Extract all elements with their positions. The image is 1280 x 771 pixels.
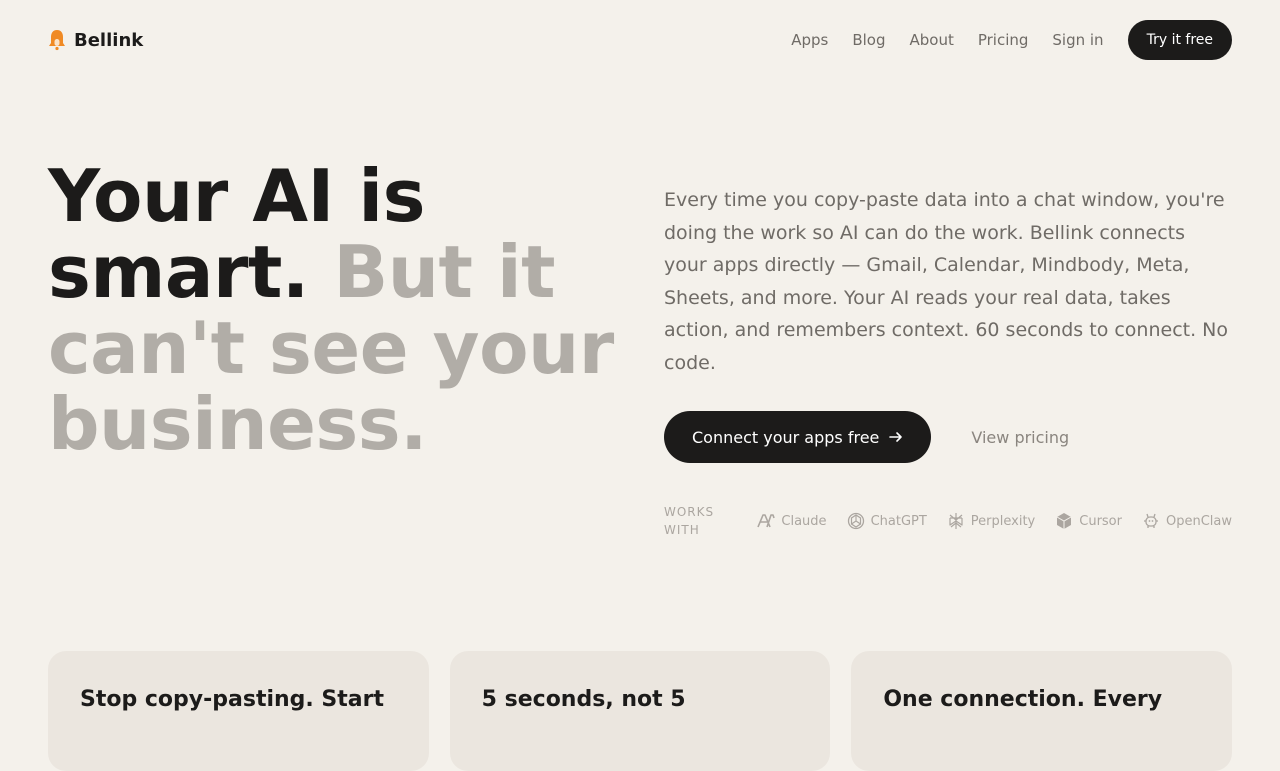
connect-apps-button[interactable]: Connect your apps free — [664, 411, 932, 463]
brand-logo[interactable]: Bellink — [48, 28, 143, 52]
arrow-right-icon — [889, 432, 903, 442]
partner-name: ChatGPT — [870, 513, 927, 529]
partner-perplexity: Perplexity — [947, 512, 1035, 530]
nav-links: Apps Blog About Pricing Sign in Try it f… — [791, 20, 1232, 60]
works-with-label: WORKS WITH — [664, 505, 715, 537]
nav-link-pricing[interactable]: Pricing — [978, 31, 1029, 49]
hero-title: Your AI is smart. But it can't see your … — [48, 158, 628, 462]
feature-card: Stop copy-pasting. Start — [48, 651, 429, 771]
partner-claude: Claude — [757, 512, 827, 530]
nav-link-about[interactable]: About — [909, 31, 953, 49]
partner-name: Cursor — [1079, 513, 1122, 529]
feature-card-title: One connection. Every — [883, 687, 1163, 712]
feature-cards: Stop copy-pasting. Start 5 seconds, not … — [48, 651, 1233, 771]
bell-icon — [49, 30, 65, 51]
partner-list: Claude ChatGPT Perplexity Cursor OpenCla… — [757, 512, 1232, 530]
nav-link-apps[interactable]: Apps — [791, 31, 828, 49]
chatgpt-icon — [847, 512, 864, 530]
feature-card-title: 5 seconds, not 5 — [481, 687, 686, 712]
perplexity-icon — [949, 513, 963, 529]
partner-name: OpenClaw — [1165, 513, 1232, 529]
feature-card: 5 seconds, not 5 — [449, 651, 831, 771]
top-nav: Bellink Apps Blog About Pricing Sign in … — [0, 0, 1280, 80]
connect-apps-label: Connect your apps free — [692, 427, 880, 447]
feature-card-title: Stop copy-pasting. Start — [80, 687, 385, 712]
hero-description: Every time you copy-paste data into a ch… — [664, 189, 1229, 374]
nav-link-blog[interactable]: Blog — [852, 31, 885, 49]
partner-name: Claude — [781, 513, 827, 529]
cursor-icon — [1057, 513, 1072, 529]
try-it-free-button[interactable]: Try it free — [1127, 20, 1232, 60]
nav-link-sign-in[interactable]: Sign in — [1052, 31, 1103, 49]
openclaw-icon — [1143, 513, 1158, 528]
view-pricing-link[interactable]: View pricing — [971, 428, 1069, 447]
works-with: WORKS WITH Claude ChatGPT Perplexity Cur… — [664, 503, 1232, 539]
claude-icon — [757, 514, 776, 528]
hero-cta-row: Connect your apps free View pricing — [664, 411, 1069, 463]
partner-cursor: Cursor — [1055, 512, 1122, 530]
partner-openclaw: OpenClaw — [1142, 512, 1232, 530]
partner-name: Perplexity — [970, 513, 1036, 529]
partner-chatgpt: ChatGPT — [847, 512, 927, 530]
brand-name: Bellink — [74, 29, 144, 51]
feature-card: One connection. Every — [851, 651, 1233, 771]
